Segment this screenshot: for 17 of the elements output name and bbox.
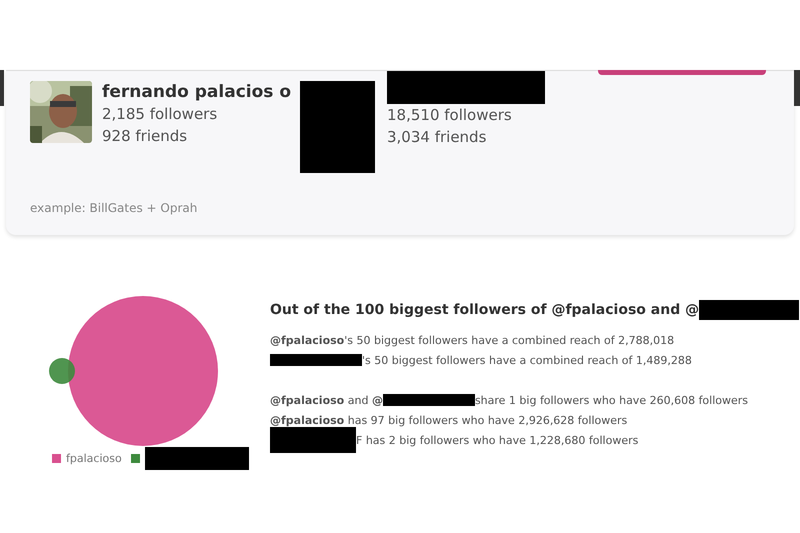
legend-label: fpalacioso (66, 452, 122, 465)
results-heading: Out of the 100 biggest followers of @fpalacioso and @ (270, 302, 700, 318)
stat-sentence: @fpalacioso has 97 big followers who have 2,926,628 followers (270, 414, 628, 426)
window-edge (794, 70, 800, 106)
friends-count: 928 friends (102, 126, 188, 147)
window-edge (0, 70, 4, 106)
stat-sentence: 's 50 biggest followers have a combined reach of 1,489,288 (362, 354, 692, 366)
submit-button[interactable] (598, 70, 766, 75)
stat-sentence: @fpalacioso's 50 biggest followers have a combined reach of 2,788,018 (270, 334, 674, 346)
stat-sentence: @fpalacioso and @ (270, 394, 383, 406)
profile-name: fernando palacios o (102, 81, 291, 103)
stat-sentence: share 1 big followers who have 260,608 followers (474, 394, 748, 406)
followers-count: 2,185 followers (102, 104, 218, 125)
friends-count: 3,034 friends (387, 127, 488, 148)
followers-count: 18,510 followers (387, 105, 513, 126)
example-hint: example: BillGates + Oprah (30, 201, 198, 215)
stat-sentence: F has 2 big followers who have 1,228,680 followers (356, 434, 638, 446)
